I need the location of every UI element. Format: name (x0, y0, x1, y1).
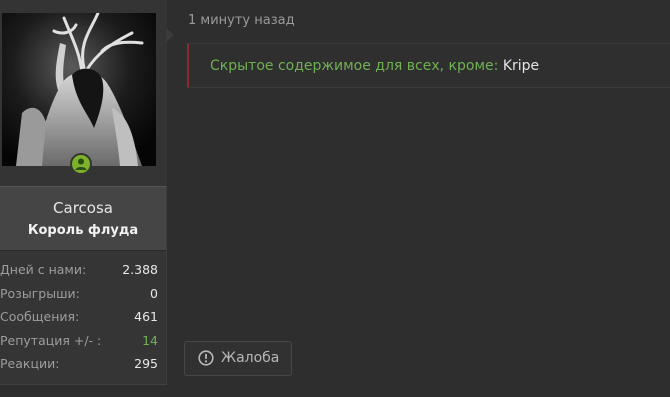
hidden-content-label: Скрытое содержимое для всех, кроме: (210, 58, 499, 74)
stat-row-reactions: Реакции: 295 (0, 356, 166, 380)
username[interactable]: Carcosa (0, 199, 166, 217)
stat-value: 295 (134, 356, 158, 371)
exclamation-circle-icon (198, 350, 214, 366)
report-button-label: Жалоба (221, 350, 280, 366)
user-stats: Дней с нами: 2.388 Розыгрыши: 0 Сообщени… (0, 262, 166, 380)
stat-label: Реакции: (0, 356, 60, 371)
stat-value: 14 (142, 332, 158, 348)
online-status-icon (70, 153, 92, 175)
stat-row-messages: Сообщения: 461 (0, 309, 166, 333)
stat-row-reputation: Репутация +/- : 14 (0, 333, 166, 357)
avatar[interactable] (2, 13, 156, 166)
post-timestamp[interactable]: 1 минуту назад (188, 13, 295, 28)
avatar-container (0, 0, 167, 186)
stat-value: 2.388 (122, 262, 158, 277)
stat-row-days: Дней с нами: 2.388 (0, 262, 166, 286)
user-title: Король флуда (27, 223, 139, 238)
stat-row-giveaways: Розыгрыши: 0 (0, 286, 166, 310)
hidden-content-user[interactable]: Kripe (503, 58, 539, 74)
hidden-content-text: Скрытое содержимое для всех, кроме: Krip… (210, 58, 539, 74)
panel-arrow (166, 28, 174, 42)
stat-label: Розыгрыши: (0, 285, 80, 301)
report-button[interactable]: Жалоба (184, 341, 292, 376)
stat-value: 0 (150, 285, 158, 301)
stat-label: Сообщения: (0, 309, 80, 324)
user-panel: Carcosa Король флуда Дней с нами: 2.388 … (0, 0, 167, 385)
stat-value[interactable]: 461 (134, 309, 158, 324)
user-info: Carcosa Король флуда (0, 186, 166, 251)
stat-label: Репутация +/- : (0, 332, 102, 348)
stat-label: Дней с нами: (0, 262, 87, 277)
avatar-image (2, 13, 156, 166)
hidden-content-block: Скрытое содержимое для всех, кроме: Krip… (187, 43, 670, 88)
